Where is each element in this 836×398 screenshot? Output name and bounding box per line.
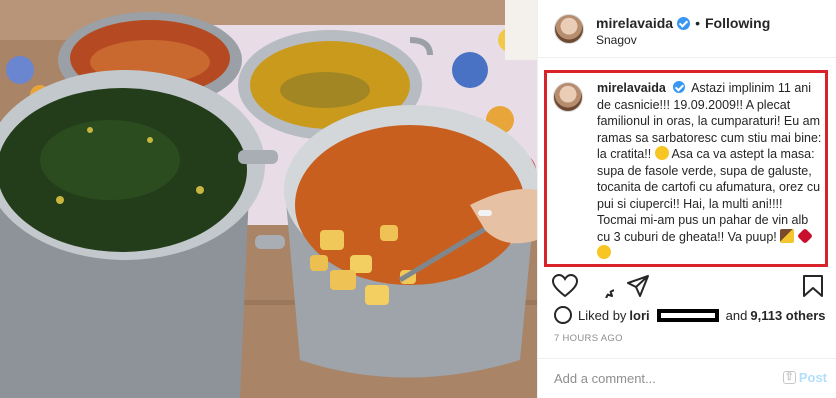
broken-heart-icon — [796, 227, 813, 244]
redacted-block — [656, 308, 719, 322]
header-separator: • — [695, 15, 700, 31]
likes-count-link[interactable]: 9,113 others — [750, 308, 825, 323]
post-photo[interactable] — [0, 0, 537, 398]
caption-username[interactable]: mirelavaida — [597, 81, 666, 95]
action-bar — [538, 268, 836, 304]
avatar[interactable] — [554, 14, 584, 44]
caption-avatar[interactable] — [553, 82, 583, 112]
location-link[interactable]: Snagov — [596, 33, 637, 47]
chevron-up-icon: ⇧ — [782, 371, 796, 384]
share-icon[interactable] — [626, 274, 650, 298]
comment-form: ⇧ Post — [538, 358, 836, 398]
likes-conjunction: and — [725, 307, 748, 323]
post-header: mirelavaida • Following Snagov — [538, 0, 836, 58]
header-username[interactable]: mirelavaida — [596, 15, 673, 31]
kissing-face-icon — [597, 245, 611, 259]
likes-prefix: Liked by — [578, 307, 627, 323]
post-button-label: Post — [798, 370, 827, 385]
header-user-line: mirelavaida • Following — [596, 15, 770, 31]
party-popper-icon — [780, 228, 795, 243]
food-photo — [0, 0, 537, 398]
comment-input[interactable] — [554, 371, 774, 386]
following-button[interactable]: Following — [705, 15, 770, 31]
post-timestamp[interactable]: 7 HOURS AGO — [554, 333, 623, 344]
comment-icon[interactable] — [590, 274, 614, 298]
verified-badge-icon — [673, 81, 686, 93]
grinning-face-icon — [654, 146, 669, 160]
post-button[interactable]: ⇧ Post — [782, 370, 827, 385]
likes-summary: Liked by lori and 9,113 others — [554, 305, 826, 325]
post-details-panel: mirelavaida • Following Snagov mirelavai… — [537, 0, 836, 398]
bookmark-icon[interactable] — [802, 274, 824, 298]
heart-icon[interactable] — [552, 274, 578, 298]
liker-avatar[interactable] — [554, 306, 572, 324]
caption-text: mirelavaida Astazi implinim 11 ani de ca… — [597, 80, 823, 262]
verified-badge-icon — [677, 16, 691, 30]
first-liker-username[interactable]: lori — [629, 308, 649, 323]
